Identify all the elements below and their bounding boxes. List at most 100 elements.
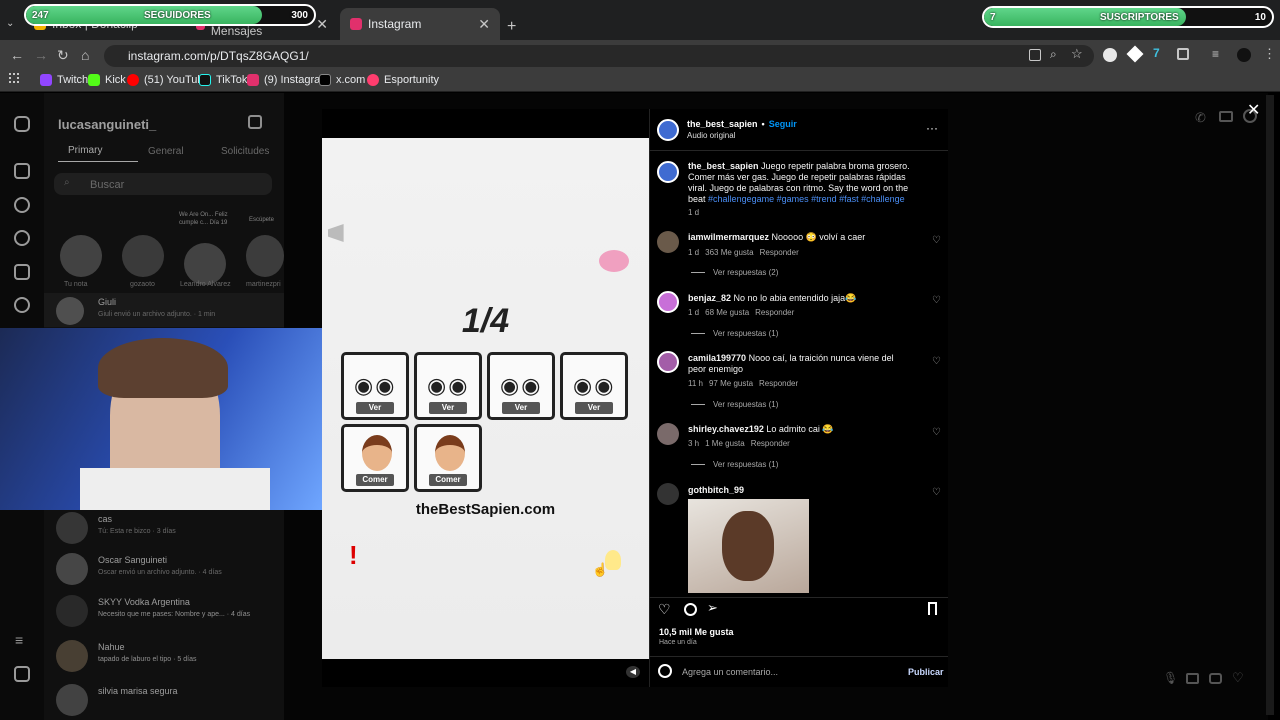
close-tab-icon[interactable]: ✕ bbox=[316, 16, 328, 33]
view-replies-button[interactable]: Ver respuestas (1) bbox=[691, 329, 778, 338]
extension-7tv-icon[interactable]: 7 bbox=[1153, 46, 1160, 60]
author-avatar[interactable] bbox=[657, 161, 679, 183]
extension-icon[interactable] bbox=[1103, 48, 1117, 62]
save-icon[interactable] bbox=[928, 602, 937, 615]
more-menu-icon[interactable]: ≡ bbox=[15, 632, 23, 648]
author-username[interactable]: the_best_sapien bbox=[687, 119, 758, 129]
dm-username[interactable]: lucasanguineti_ bbox=[58, 117, 156, 132]
comment-likes[interactable]: 68 Me gusta bbox=[705, 308, 749, 317]
new-message-icon[interactable] bbox=[248, 115, 262, 129]
search-nav-icon[interactable] bbox=[14, 197, 30, 213]
share-icon[interactable]: ➢ bbox=[707, 600, 718, 616]
comment: shirley.chavez192 Lo admito cai 😂 bbox=[688, 424, 918, 435]
note-avatar[interactable] bbox=[122, 235, 164, 277]
commenter-avatar[interactable] bbox=[657, 291, 679, 313]
comment-gif[interactable] bbox=[688, 499, 809, 593]
commenter-avatar[interactable] bbox=[657, 423, 679, 445]
comment-like-icon[interactable]: ♡ bbox=[932, 295, 941, 306]
comment-likes[interactable]: 363 Me gusta bbox=[705, 248, 753, 257]
bookmark-x[interactable]: x.com bbox=[319, 73, 365, 87]
view-replies-button[interactable]: Ver respuestas (2) bbox=[691, 268, 778, 277]
emoji-icon[interactable] bbox=[658, 664, 672, 678]
comment-like-icon[interactable]: ♡ bbox=[932, 487, 941, 498]
comment-like-icon[interactable]: ♡ bbox=[932, 235, 941, 246]
home-icon[interactable]: ⌂ bbox=[81, 47, 89, 63]
menu-kebab-icon[interactable]: ⋮ bbox=[1263, 46, 1276, 62]
comment-likes[interactable]: 97 Me gusta bbox=[709, 379, 753, 388]
profile-avatar[interactable] bbox=[1237, 48, 1251, 62]
view-replies-button[interactable]: Ver respuestas (1) bbox=[691, 400, 778, 409]
publish-button[interactable]: Publicar bbox=[908, 667, 944, 677]
commenter-avatar[interactable] bbox=[657, 231, 679, 253]
commenter-avatar[interactable] bbox=[657, 351, 679, 373]
new-tab-icon[interactable]: + bbox=[507, 18, 516, 36]
reload-icon[interactable]: ↻ bbox=[57, 47, 69, 64]
comment-username[interactable]: gothbitch_99 bbox=[688, 485, 744, 495]
thread-row-silvia[interactable]: silvia marisa segura bbox=[44, 682, 284, 718]
bookmark-instagram[interactable]: (9) Instagram bbox=[247, 73, 329, 87]
author-avatar[interactable] bbox=[657, 119, 679, 141]
audio-label[interactable]: Audio original bbox=[687, 131, 735, 140]
like-post-icon[interactable]: ♡ bbox=[658, 601, 671, 618]
note-avatar[interactable] bbox=[246, 235, 284, 277]
reply-button[interactable]: Responder bbox=[755, 308, 794, 317]
messages-nav-icon[interactable] bbox=[14, 297, 30, 313]
apps-grid-icon[interactable] bbox=[9, 73, 19, 83]
reply-button[interactable]: Responder bbox=[751, 439, 790, 448]
reply-button[interactable]: Responder bbox=[760, 248, 799, 257]
comment-like-icon[interactable]: ♡ bbox=[932, 356, 941, 367]
mute-icon[interactable]: ◀ bbox=[626, 666, 640, 678]
zoom-icon[interactable]: ⌕ bbox=[1050, 47, 1057, 62]
comment-time: 3 h bbox=[688, 439, 700, 448]
close-modal-icon[interactable]: ✕ bbox=[1247, 100, 1260, 120]
comment-input[interactable]: Agrega un comentario... bbox=[682, 667, 778, 677]
comment-likes[interactable]: 1 Me gusta bbox=[705, 439, 745, 448]
note-avatar[interactable] bbox=[184, 243, 226, 285]
back-icon[interactable]: ← bbox=[10, 47, 24, 63]
thread-row-nahue[interactable]: Nahue tapado de laburo el tipo · 5 días bbox=[44, 638, 284, 674]
note-avatar[interactable] bbox=[60, 235, 102, 277]
page-scrollbar[interactable] bbox=[1266, 95, 1274, 715]
tab-general[interactable]: General bbox=[148, 146, 184, 157]
thread-row-skyy[interactable]: SKYY Vodka Argentina Necesito que me pas… bbox=[44, 593, 284, 629]
caption-username[interactable]: the_best_sapien bbox=[688, 161, 759, 171]
home-nav-icon[interactable] bbox=[14, 163, 30, 179]
extensions-puzzle-icon[interactable] bbox=[1177, 48, 1189, 60]
forward-icon[interactable]: → bbox=[34, 47, 48, 63]
tab-instagram[interactable]: Instagram ✕ bbox=[340, 8, 500, 40]
also-from-meta-icon[interactable] bbox=[14, 666, 30, 682]
more-options-icon[interactable]: ··· bbox=[926, 121, 938, 135]
view-replies-button[interactable]: Ver respuestas (1) bbox=[691, 460, 778, 469]
thread-row-giuli[interactable]: Giuli Giuli envió un archivo adjunto. · … bbox=[44, 293, 284, 327]
comment-username[interactable]: shirley.chavez192 bbox=[688, 424, 764, 434]
thread-row-oscar[interactable]: Oscar Sanguineti Oscar envió un archivo … bbox=[44, 551, 284, 587]
reels-nav-icon[interactable] bbox=[14, 264, 30, 280]
comment-username[interactable]: camila199770 bbox=[688, 353, 746, 363]
bookmark-kick[interactable]: Kick bbox=[88, 73, 126, 87]
caption-hashtags[interactable]: #challengegame #games #trend #fast #chal… bbox=[708, 194, 905, 204]
close-tab-icon[interactable]: ✕ bbox=[478, 16, 490, 33]
bookmark-youtube[interactable]: (51) YouTube bbox=[127, 73, 210, 87]
tab-requests[interactable]: Solicitudes bbox=[221, 146, 269, 157]
post-likes[interactable]: 10,5 mil Me gusta bbox=[659, 627, 734, 637]
search-input[interactable]: ⌕ Buscar bbox=[54, 173, 272, 195]
url-field[interactable]: instagram.com/p/DTqsZ8GAQG1/ bbox=[104, 45, 1094, 67]
bookmark-twitch[interactable]: Twitch bbox=[40, 73, 88, 87]
bookmark-star-icon[interactable]: ☆ bbox=[1071, 46, 1083, 62]
explore-nav-icon[interactable] bbox=[14, 230, 30, 246]
instagram-logo-icon[interactable] bbox=[14, 116, 30, 132]
tab-list-chevron-icon[interactable]: ⌄ bbox=[6, 18, 14, 29]
commenter-avatar[interactable] bbox=[657, 483, 679, 505]
reply-button[interactable]: Responder bbox=[759, 379, 798, 388]
media-controls-icon[interactable]: ≡ bbox=[1212, 47, 1219, 61]
bookmark-tiktok[interactable]: TikTok bbox=[199, 73, 247, 87]
comment-username[interactable]: benjaz_82 bbox=[688, 293, 731, 303]
comment-icon[interactable] bbox=[684, 603, 697, 616]
comment-username[interactable]: iamwilmermarquez bbox=[688, 232, 769, 242]
thread-row-cas[interactable]: cas Tú: Esta re bizco · 3 días bbox=[44, 510, 284, 546]
bookmark-esportunity[interactable]: Esportunity bbox=[367, 73, 439, 87]
tab-primary[interactable]: Primary bbox=[68, 145, 102, 156]
install-app-icon[interactable] bbox=[1029, 49, 1041, 61]
follow-button[interactable]: Seguir bbox=[769, 119, 797, 129]
comment-like-icon[interactable]: ♡ bbox=[932, 427, 941, 438]
